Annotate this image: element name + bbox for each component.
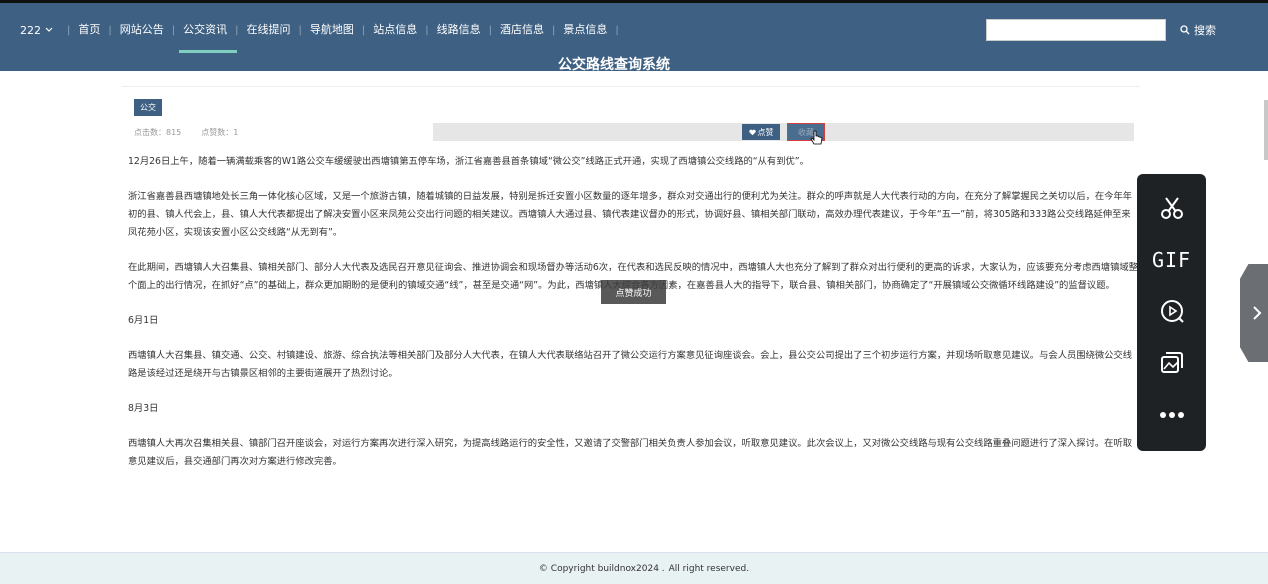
nav-item-routes[interactable]: 线路信息 xyxy=(431,19,487,41)
like-count: 点赞数：1 xyxy=(201,128,239,137)
user-menu[interactable]: 222 xyxy=(0,24,65,37)
article-body: 12月26日上午，随着一辆满载乘客的W1路公交车缓缓驶出西塘镇第五停车场，浙江省… xyxy=(128,153,1138,488)
top-header: 222 | 首页 | 网站公告 | 公交资讯 | 在线提问 | 导航地图 | 站… xyxy=(0,0,1268,73)
username: 222 xyxy=(20,23,41,37)
category-tag[interactable]: 公交 xyxy=(134,99,162,116)
like-button-label: 点赞 xyxy=(757,127,774,137)
scrollbar-thumb[interactable] xyxy=(1264,100,1268,160)
article-stats: 点击数：815 点赞数：1 xyxy=(134,127,238,138)
article-paragraph: 西塘镇人大再次召集相关县、镇部门召开座谈会，对运行方案再次进行深入研究，为提高线… xyxy=(128,438,1133,467)
more-dots-icon xyxy=(1159,412,1184,419)
scissors-tool[interactable] xyxy=(1156,192,1188,224)
search-icon xyxy=(1180,25,1190,35)
gif-icon: GIF xyxy=(1151,247,1192,272)
record-video-tool[interactable] xyxy=(1156,296,1188,328)
image-gallery-icon xyxy=(1160,352,1183,374)
image-tool[interactable] xyxy=(1156,347,1188,379)
play-circle-icon xyxy=(1160,300,1184,324)
nav-separator: | xyxy=(615,24,619,36)
nav-separator: | xyxy=(67,24,71,36)
screenshot-toolbar: GIF xyxy=(1137,174,1206,451)
nav-separator: | xyxy=(108,24,112,36)
nav-separator: | xyxy=(361,24,366,36)
chevron-down-icon xyxy=(45,27,53,32)
nav-item-ask-online[interactable]: 在线提问 xyxy=(241,19,297,41)
search-button-label: 搜索 xyxy=(1194,24,1216,37)
article-paragraph: 8月3日 xyxy=(128,403,159,414)
scissors-icon xyxy=(1160,197,1183,219)
nav-item-bus-news[interactable]: 公交资讯 xyxy=(177,19,238,53)
article-paragraph: 浙江省嘉善县西塘镇地处长三角一体化核心区域，又是一个旅游古镇，随着城镇的日益发展… xyxy=(128,191,1133,238)
search-button[interactable]: 搜索 xyxy=(1180,21,1216,39)
nav-item-announcements[interactable]: 网站公告 xyxy=(114,19,170,41)
toast-message: 点赞成功 xyxy=(601,280,666,304)
nav-separator: | xyxy=(171,24,176,36)
pointer-cursor-icon xyxy=(810,130,823,145)
page-footer: © Copyright buildnox2024 . All right res… xyxy=(0,552,1268,584)
nav-separator: | xyxy=(552,24,556,36)
article-paragraph: 6月1日 xyxy=(128,315,159,326)
nav-separator: | xyxy=(425,24,429,36)
copyright-text: © Copyright buildnox2024 . xyxy=(538,563,665,574)
rights-text: All right reserved. xyxy=(668,563,750,574)
main-nav: 222 | 首页 | 网站公告 | 公交资讯 | 在线提问 | 导航地图 | 站… xyxy=(0,19,621,53)
article-paragraph: 12月26日上午，随着一辆满载乘客的W1路公交车缓缓驶出西塘镇第五停车场，浙江省… xyxy=(128,156,809,167)
chevron-right-icon xyxy=(1253,306,1262,320)
content-divider xyxy=(122,86,1140,87)
like-button[interactable]: 点赞 xyxy=(742,124,780,140)
search-input[interactable] xyxy=(986,19,1166,41)
nav-item-stations[interactable]: 站点信息 xyxy=(367,19,423,41)
nav-separator: | xyxy=(488,24,492,36)
nav-item-home[interactable]: 首页 xyxy=(72,19,106,41)
article-paragraph: 西塘镇人大召集县、镇交通、公交、村镇建设、旅游、综合执法等相关部门及部分人大代表… xyxy=(128,350,1133,379)
more-tool[interactable] xyxy=(1156,399,1188,431)
nav-item-map[interactable]: 导航地图 xyxy=(304,19,360,41)
nav-separator: | xyxy=(235,24,239,36)
site-title: 公交路线查询系统 xyxy=(558,57,670,73)
gif-tool[interactable]: GIF xyxy=(1152,244,1190,276)
nav-item-attractions[interactable]: 景点信息 xyxy=(557,19,613,41)
nav-separator: | xyxy=(298,24,302,36)
heart-icon xyxy=(748,129,756,135)
expand-panel-tab[interactable] xyxy=(1240,264,1268,362)
click-count: 点击数：815 xyxy=(134,128,182,137)
nav-item-hotels[interactable]: 酒店信息 xyxy=(494,19,550,41)
article-action-bar xyxy=(433,123,1134,141)
